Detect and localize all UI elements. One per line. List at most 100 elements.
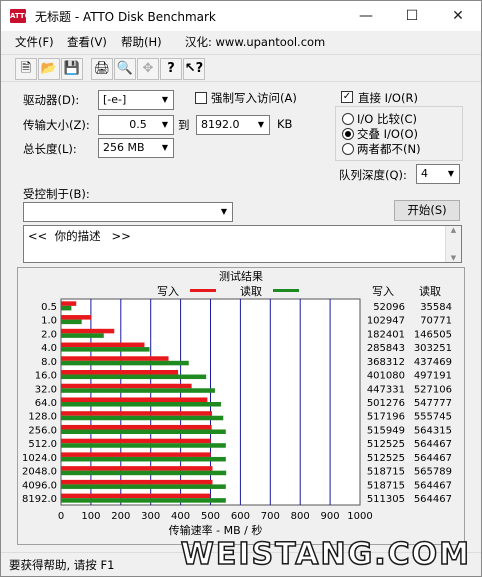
category-label-64.0: 64.0 [35, 398, 57, 409]
save-button[interactable]: 💾 [61, 58, 83, 80]
read-value-0.5: 35584 [420, 302, 452, 313]
total-length-label: 总长度(L): [23, 142, 77, 156]
title-bar[interactable]: ATTO 无标题 - ATTO Disk Benchmark — ☐ ✕ [1, 1, 481, 31]
legend-read-label: 读取 [240, 284, 262, 298]
menu-file[interactable]: 文件(F) [15, 34, 54, 50]
category-label-2.0: 2.0 [41, 329, 57, 340]
menu-view[interactable]: 查看(V) [67, 34, 107, 50]
read-bar-64.0 [61, 402, 221, 407]
print-button[interactable]: 🖨 [91, 58, 113, 80]
io-compare-radio[interactable] [342, 113, 354, 125]
overlapped-io-radio[interactable] [342, 128, 354, 140]
write-bar-256.0 [61, 424, 212, 430]
queue-depth-label: 队列深度(Q): [339, 168, 407, 182]
x-tick-label-900: 900 [321, 511, 340, 522]
write-bar-1.0 [61, 315, 92, 320]
category-label-1024.0: 1024.0 [22, 453, 57, 464]
description-scrollbar[interactable]: ▲ ▼ [445, 226, 461, 262]
write-value-2.0: 182401 [367, 329, 405, 340]
controlled-by-label: 受控制于(B): [23, 187, 90, 201]
legend-write-label: 写入 [157, 285, 179, 298]
print-icon: 🖨 [93, 61, 111, 76]
x-tick-label-600: 600 [231, 511, 250, 522]
write-bar-16.0 [61, 370, 179, 375]
read-bar-2.0 [61, 333, 104, 338]
category-label-0.5: 0.5 [41, 302, 57, 313]
read-bar-8.0 [61, 360, 189, 366]
category-label-128.0: 128.0 [28, 412, 57, 423]
help-button[interactable]: ? [160, 58, 182, 80]
close-button[interactable]: ✕ [435, 1, 481, 31]
menu-help[interactable]: 帮助(H) [121, 34, 162, 50]
move-icon: ✥ [142, 61, 154, 76]
close-icon: ✕ [452, 8, 464, 24]
neither-radio[interactable] [342, 143, 354, 155]
write-bar-4.0 [61, 342, 145, 348]
legend-read-swatch [273, 289, 299, 292]
category-label-512.0: 512.0 [28, 439, 57, 450]
maximize-button[interactable]: ☐ [389, 1, 435, 31]
category-label-4096.0: 4096.0 [22, 480, 57, 491]
read-bar-4.0 [61, 347, 150, 352]
open-button[interactable]: 📂 [38, 58, 60, 80]
read-value-2048.0: 565789 [414, 467, 452, 478]
chevron-down-icon: ▼ [216, 203, 232, 221]
read-value-512.0: 564467 [414, 439, 452, 450]
queue-depth-value: 4 [421, 167, 428, 180]
chevron-down-icon: ▼ [157, 116, 173, 134]
category-label-2048.0: 2048.0 [22, 467, 57, 478]
write-value-64.0: 501276 [367, 398, 405, 409]
drive-select[interactable]: [-e-] ▼ [98, 90, 174, 110]
minimize-icon: — [359, 8, 373, 24]
context-help-button[interactable]: ↖? [183, 58, 205, 80]
category-label-4.0: 4.0 [41, 343, 57, 354]
status-text: 要获得帮助, 请按 F1 [9, 558, 115, 572]
x-tick-label-400: 400 [171, 511, 190, 522]
description-text: << 你的描述 >> [28, 229, 131, 243]
print-preview-button[interactable]: 🔍 [114, 58, 136, 80]
read-value-1.0: 70771 [420, 316, 452, 327]
results-panel: 测试结果 写入 读取 写入 读取 0 100 200 300 400 500 600 700 800 90… [17, 267, 465, 545]
write-bar-4096.0 [61, 479, 213, 485]
write-value-32.0: 447331 [367, 384, 405, 395]
read-bar-1.0 [61, 319, 82, 325]
controlled-by-select[interactable]: ▼ [23, 202, 233, 222]
column-header-read: 读取 [419, 284, 441, 298]
save-icon: 💾 [63, 61, 81, 76]
new-file-icon: 🗎 [20, 61, 32, 76]
read-value-8.0: 437469 [414, 357, 452, 368]
transfer-to-select[interactable]: 8192.0 ▼ [196, 115, 270, 135]
read-value-4.0: 303251 [414, 343, 452, 354]
maximize-icon: ☐ [405, 8, 419, 24]
print-preview-icon: 🔍 [116, 61, 134, 76]
force-write-checkbox[interactable] [195, 92, 207, 104]
menu-localization[interactable]: 汉化: www.upantool.com [185, 34, 325, 50]
read-bar-32.0 [61, 388, 215, 393]
total-length-select[interactable]: 256 MB ▼ [98, 138, 174, 158]
description-textarea[interactable]: << 你的描述 >> ▲ ▼ [23, 225, 462, 263]
x-tick-label-100: 100 [81, 511, 100, 522]
read-value-16.0: 497191 [414, 371, 452, 382]
read-bar-256.0 [61, 429, 226, 434]
write-bar-32.0 [61, 383, 192, 389]
start-button[interactable]: 开始(S) [394, 200, 460, 221]
read-value-1024.0: 564467 [414, 453, 452, 464]
write-bar-8192.0 [61, 493, 211, 499]
minimize-button[interactable]: — [343, 1, 389, 31]
new-button[interactable]: 🗎 [15, 58, 37, 80]
write-value-2048.0: 518715 [367, 467, 405, 478]
x-tick-label-200: 200 [111, 511, 130, 522]
read-bar-128.0 [61, 415, 224, 421]
chevron-down-icon: ▼ [443, 165, 459, 183]
transfer-from-select[interactable]: 0.5 ▼ [98, 115, 174, 135]
direct-io-checkbox[interactable]: ✓ [341, 91, 353, 103]
toolbar: 🗎 📂 💾 🖨 🔍 ✥ ? ↖? [1, 54, 481, 82]
legend-write-swatch [190, 289, 216, 292]
move-button[interactable]: ✥ [137, 58, 159, 80]
chart-title: 测试结果 [219, 270, 263, 283]
read-value-8192.0: 564467 [414, 494, 452, 505]
write-value-8192.0: 511305 [367, 494, 405, 505]
queue-depth-select[interactable]: 4 ▼ [416, 164, 460, 184]
read-value-2.0: 146505 [414, 329, 452, 340]
write-value-256.0: 515949 [367, 425, 405, 436]
